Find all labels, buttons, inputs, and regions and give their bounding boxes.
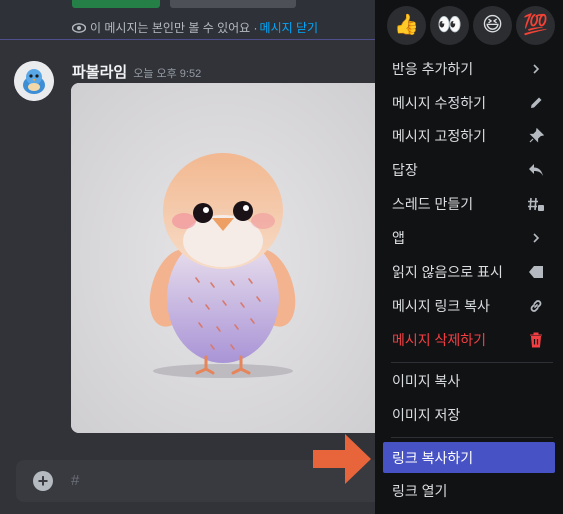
- menu-item-copy-message-link[interactable]: 메시지 링크 복사: [383, 291, 555, 321]
- message-timestamp: 오늘 오후 9:52: [133, 68, 202, 80]
- hundred-points-icon[interactable]: 💯: [516, 6, 555, 45]
- menu-item-label: 답장: [392, 162, 418, 178]
- unread-tag-icon: [527, 263, 545, 281]
- ephemeral-text: 이 메시지는 본인만 볼 수 있어요 ·: [90, 21, 258, 35]
- menu-item-label: 읽지 않음으로 표시: [392, 264, 503, 280]
- reply-arrow-icon: [527, 161, 545, 179]
- menu-item-label: 반응 추가하기: [392, 61, 474, 77]
- menu-separator: [391, 362, 553, 363]
- ephemeral-notice: 이 메시지는 본인만 볼 수 있어요 · 메시지 닫기: [72, 19, 318, 36]
- trash-icon: [527, 331, 545, 349]
- avatar[interactable]: [14, 61, 54, 101]
- menu-item-label: 메시지 링크 복사: [392, 298, 490, 314]
- thread-icon: [527, 195, 545, 213]
- menu-item-label: 메시지 수정하기: [392, 95, 487, 111]
- menu-item-delete-message[interactable]: 메시지 삭제하기: [383, 325, 555, 355]
- eye-icon: [72, 22, 86, 33]
- pin-icon: [527, 127, 545, 145]
- green-action-button[interactable]: [72, 0, 160, 8]
- menu-item-save-image[interactable]: 이미지 저장: [383, 400, 555, 430]
- quick-reactions: 👍 👀 😆 💯: [387, 6, 555, 45]
- thumbs-up-icon[interactable]: 👍: [387, 6, 426, 45]
- menu-item-label: 링크 복사하기: [392, 449, 474, 466]
- menu-item-label: 앱: [392, 230, 405, 246]
- menu-item-pin-message[interactable]: 메시지 고정하기: [383, 121, 555, 151]
- menu-item-apps[interactable]: 앱: [383, 223, 555, 253]
- author-name[interactable]: 파볼라임: [72, 61, 127, 82]
- menu-item-label: 스레드 만들기: [392, 196, 474, 212]
- menu-item-add-reaction[interactable]: 반응 추가하기: [383, 54, 555, 84]
- bird-avatar-icon: [14, 61, 54, 101]
- message-header: 파볼라임 오늘 오후 9:52: [72, 61, 201, 82]
- menu-item-copy-image[interactable]: 이미지 복사: [383, 366, 555, 396]
- composer-placeholder: #: [71, 472, 80, 489]
- annotation-arrow-icon: [313, 434, 371, 484]
- menu-item-label: 이미지 복사: [392, 373, 461, 389]
- gray-action-button[interactable]: [170, 0, 296, 8]
- menu-item-reply[interactable]: 답장: [383, 155, 555, 185]
- laughing-icon[interactable]: 😆: [473, 6, 512, 45]
- message-image[interactable]: [71, 83, 375, 433]
- dismiss-message-link[interactable]: 메시지 닫기: [260, 19, 319, 36]
- menu-item-mark-unread[interactable]: 읽지 않음으로 표시: [383, 257, 555, 287]
- link-icon: [527, 297, 545, 315]
- menu-item-copy-link[interactable]: 링크 복사하기: [383, 442, 555, 473]
- pencil-icon: [527, 94, 545, 112]
- plus-icon[interactable]: +: [33, 471, 53, 491]
- chick-image-icon: [71, 83, 375, 433]
- menu-item-label: 링크 열기: [392, 483, 448, 499]
- menu-separator: [391, 437, 553, 438]
- ephemeral-notice-bar: 이 메시지는 본인만 볼 수 있어요 · 메시지 닫기: [0, 0, 375, 40]
- menu-item-label: 이미지 저장: [392, 407, 461, 423]
- eyes-icon[interactable]: 👀: [430, 6, 469, 45]
- menu-item-open-link[interactable]: 링크 열기: [383, 476, 555, 506]
- chevron-right-icon: [527, 60, 545, 78]
- menu-item-label: 메시지 삭제하기: [392, 332, 487, 348]
- chevron-right-icon: [527, 229, 545, 247]
- menu-item-label: 메시지 고정하기: [392, 128, 487, 144]
- message-context-menu: 👍 👀 😆 💯 반응 추가하기 메시지 수정하기 메시지 고정하기 답장 스레드…: [375, 0, 563, 514]
- menu-item-edit-message[interactable]: 메시지 수정하기: [383, 88, 555, 118]
- menu-item-create-thread[interactable]: 스레드 만들기: [383, 189, 555, 219]
